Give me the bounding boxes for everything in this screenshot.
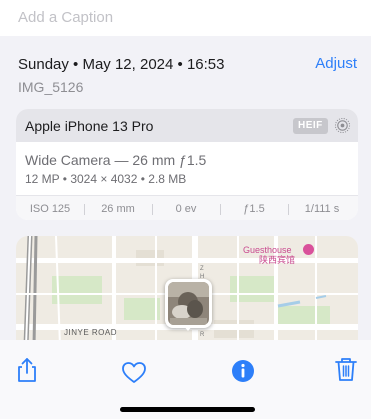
home-indicator [120,407,255,412]
format-badge: HEIF [293,118,328,134]
exif-focal-length: 26 mm [101,203,135,215]
camera-specs: 12 MP • 3024 × 4032 • 2.8 MB [25,172,187,186]
poi-label-local: 陕西宾馆 [259,255,296,265]
device-info-card: Apple iPhone 13 Pro HEIF Wide Camera — 2… [16,109,358,220]
exif-shutter-speed: 1/111 s [304,203,340,215]
heart-icon[interactable] [121,360,147,386]
device-name: Apple iPhone 13 Pro [25,118,154,134]
exif-row: ISO 125 26 mm 0 ev ƒ1.5 1/111 s [16,196,358,220]
exif-aperture: ƒ1.5 [243,203,265,215]
share-icon[interactable] [14,357,40,383]
svg-text:R: R [200,332,205,338]
photo-info-header: Sunday • May 12, 2024 • 16:53 IMG_5126 A… [0,36,371,106]
photo-location-pin[interactable] [165,279,212,331]
caption-input[interactable] [18,6,348,28]
poi-label: Guesthouse [243,245,292,255]
capture-date: Sunday • May 12, 2024 • 16:53 [18,56,225,73]
exif-exposure: 0 ev [175,203,197,215]
caption-bar [0,0,371,36]
adjust-button[interactable]: Adjust [315,55,357,72]
photo-thumbnail [168,282,209,325]
location-map[interactable]: Z H R Guesthouse 陕西宾馆 JINYE ROAD [16,236,358,346]
svg-text:Z: Z [200,266,204,272]
camera-description: Wide Camera — 26 mm ƒ1.5 [25,152,207,168]
exif-iso: ISO 125 [29,203,71,215]
road-label: JINYE ROAD [64,328,118,337]
trash-icon[interactable] [333,356,359,382]
file-name: IMG_5126 [18,79,84,95]
info-icon[interactable] [230,358,256,384]
poi-marker-icon[interactable] [303,244,314,255]
device-header: Apple iPhone 13 Pro HEIF [16,109,358,142]
live-photo-icon[interactable] [334,117,351,134]
